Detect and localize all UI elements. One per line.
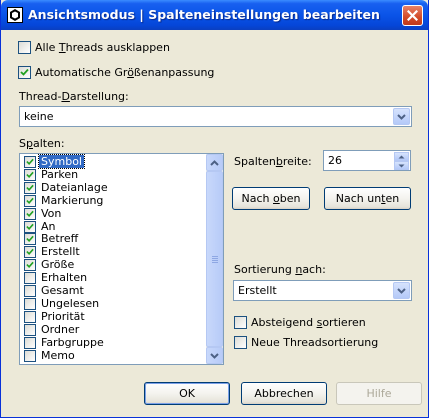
columns-label: Spalten: (19, 137, 65, 150)
column-item-label: Parken (41, 167, 79, 181)
column-item-label: Erhalten (41, 271, 88, 285)
close-icon (407, 10, 418, 21)
column-item-checkbox[interactable] (24, 233, 36, 246)
descending-sort-checkbox[interactable] (234, 316, 247, 329)
column-item-checkbox[interactable] (24, 181, 36, 194)
chevron-down-icon (397, 288, 406, 294)
chevron-down-icon (397, 114, 406, 120)
column-item-checkbox[interactable] (24, 207, 36, 220)
descending-sort-label[interactable]: Absteigend sortieren (251, 316, 366, 329)
column-item-label: Priorität (41, 309, 85, 323)
sort-label: Sortierung nach: (234, 263, 326, 276)
column-width-stepper[interactable]: 26 (323, 150, 411, 171)
checkmark-icon (20, 68, 29, 76)
thread-display-select[interactable]: keine (19, 106, 412, 127)
move-up-button[interactable]: Nach oben (232, 187, 310, 210)
column-item-label: Erstellt (41, 245, 80, 259)
checkmark-icon (26, 210, 34, 217)
new-thread-sort-checkbox[interactable] (234, 336, 247, 349)
column-item-checkbox[interactable] (24, 220, 36, 233)
checkmark-icon (26, 171, 34, 178)
sort-value: Erstellt (238, 284, 277, 297)
new-thread-sort-label[interactable]: Neue Threadsortierung (251, 336, 378, 349)
column-width-decrement[interactable] (394, 161, 409, 170)
thread-display-label: Thread-Darstellung: (19, 90, 129, 103)
app-icon (7, 7, 23, 23)
column-item-checkbox[interactable] (24, 194, 36, 207)
column-item-label: Gesamt (41, 284, 84, 297)
column-item-checkbox[interactable] (24, 323, 36, 336)
column-item-checkbox[interactable] (24, 297, 36, 310)
column-item-label: Ordner (41, 322, 80, 336)
expand-all-threads-checkbox[interactable] (18, 41, 31, 54)
scroll-up-button[interactable] (206, 154, 223, 171)
column-item-checkbox[interactable] (24, 349, 36, 362)
column-item-checkbox[interactable] (24, 310, 36, 323)
column-item-label: Dateianlage (41, 180, 108, 194)
chevron-up-icon (398, 155, 405, 159)
sort-select[interactable]: Erstellt (233, 280, 412, 301)
expand-all-threads-label[interactable]: Alle Threads ausklappen (35, 41, 170, 54)
column-list-item[interactable]: Memo (22, 348, 207, 363)
column-item-label: Ungelesen (41, 296, 100, 310)
help-button[interactable]: Hilfe (336, 382, 422, 405)
column-width-label: Spaltenbreite: (234, 155, 312, 168)
auto-size-label[interactable]: Automatische Größenanpassung (35, 66, 214, 79)
column-item-label: Farbgruppe (41, 335, 104, 349)
checkmark-icon (26, 158, 34, 165)
checkmark-icon (26, 184, 34, 191)
column-item-label: Größe (41, 258, 75, 272)
column-item-label: Von (41, 206, 62, 220)
column-item-checkbox[interactable] (24, 156, 36, 168)
thread-display-value: keine (24, 110, 54, 123)
column-item-label: Symbol (38, 154, 85, 169)
auto-size-checkbox[interactable] (18, 66, 31, 79)
dialog-window: Ansichtsmodus | Spalteneinstellungen bea… (0, 0, 429, 418)
checkmark-icon (26, 223, 34, 230)
column-item-label: Betreff (41, 232, 79, 246)
chevron-down-icon (398, 164, 405, 168)
column-item-checkbox[interactable] (24, 285, 36, 297)
close-button[interactable] (402, 5, 423, 26)
column-item-checkbox[interactable] (24, 336, 36, 349)
title-bar[interactable]: Ansichtsmodus | Spalteneinstellungen bea… (1, 0, 428, 30)
checkmark-icon (26, 197, 34, 204)
window-title: Ansichtsmodus | Spalteneinstellungen bea… (28, 7, 380, 22)
thread-display-dropdown-button[interactable] (393, 108, 410, 125)
checkmark-icon (26, 249, 34, 256)
column-item-checkbox[interactable] (24, 259, 36, 272)
scroll-down-button[interactable] (206, 347, 223, 364)
chevron-up-icon (210, 160, 219, 166)
columns-list-scrollbar[interactable] (206, 154, 223, 364)
checkmark-icon (26, 261, 34, 269)
checkmark-icon (26, 236, 34, 243)
column-item-checkbox[interactable] (24, 246, 36, 259)
chevron-down-icon (210, 353, 219, 359)
column-item-label: Memo (41, 348, 75, 362)
move-down-button[interactable]: Nach unten (324, 187, 411, 210)
column-width-increment[interactable] (394, 152, 409, 161)
column-item-label: Markierung (41, 193, 104, 207)
column-item-checkbox[interactable] (24, 168, 36, 181)
column-item-label: An (41, 219, 56, 233)
scroll-thumb[interactable] (206, 171, 223, 347)
column-width-value: 26 (328, 154, 342, 167)
columns-list[interactable]: Symbol Parken Dateianlage Markierung Von An Be… (19, 153, 224, 365)
sort-dropdown-button[interactable] (393, 282, 410, 299)
cancel-button[interactable]: Abbrechen (241, 382, 327, 405)
ok-button[interactable]: OK (144, 382, 230, 405)
column-item-checkbox[interactable] (24, 272, 36, 285)
